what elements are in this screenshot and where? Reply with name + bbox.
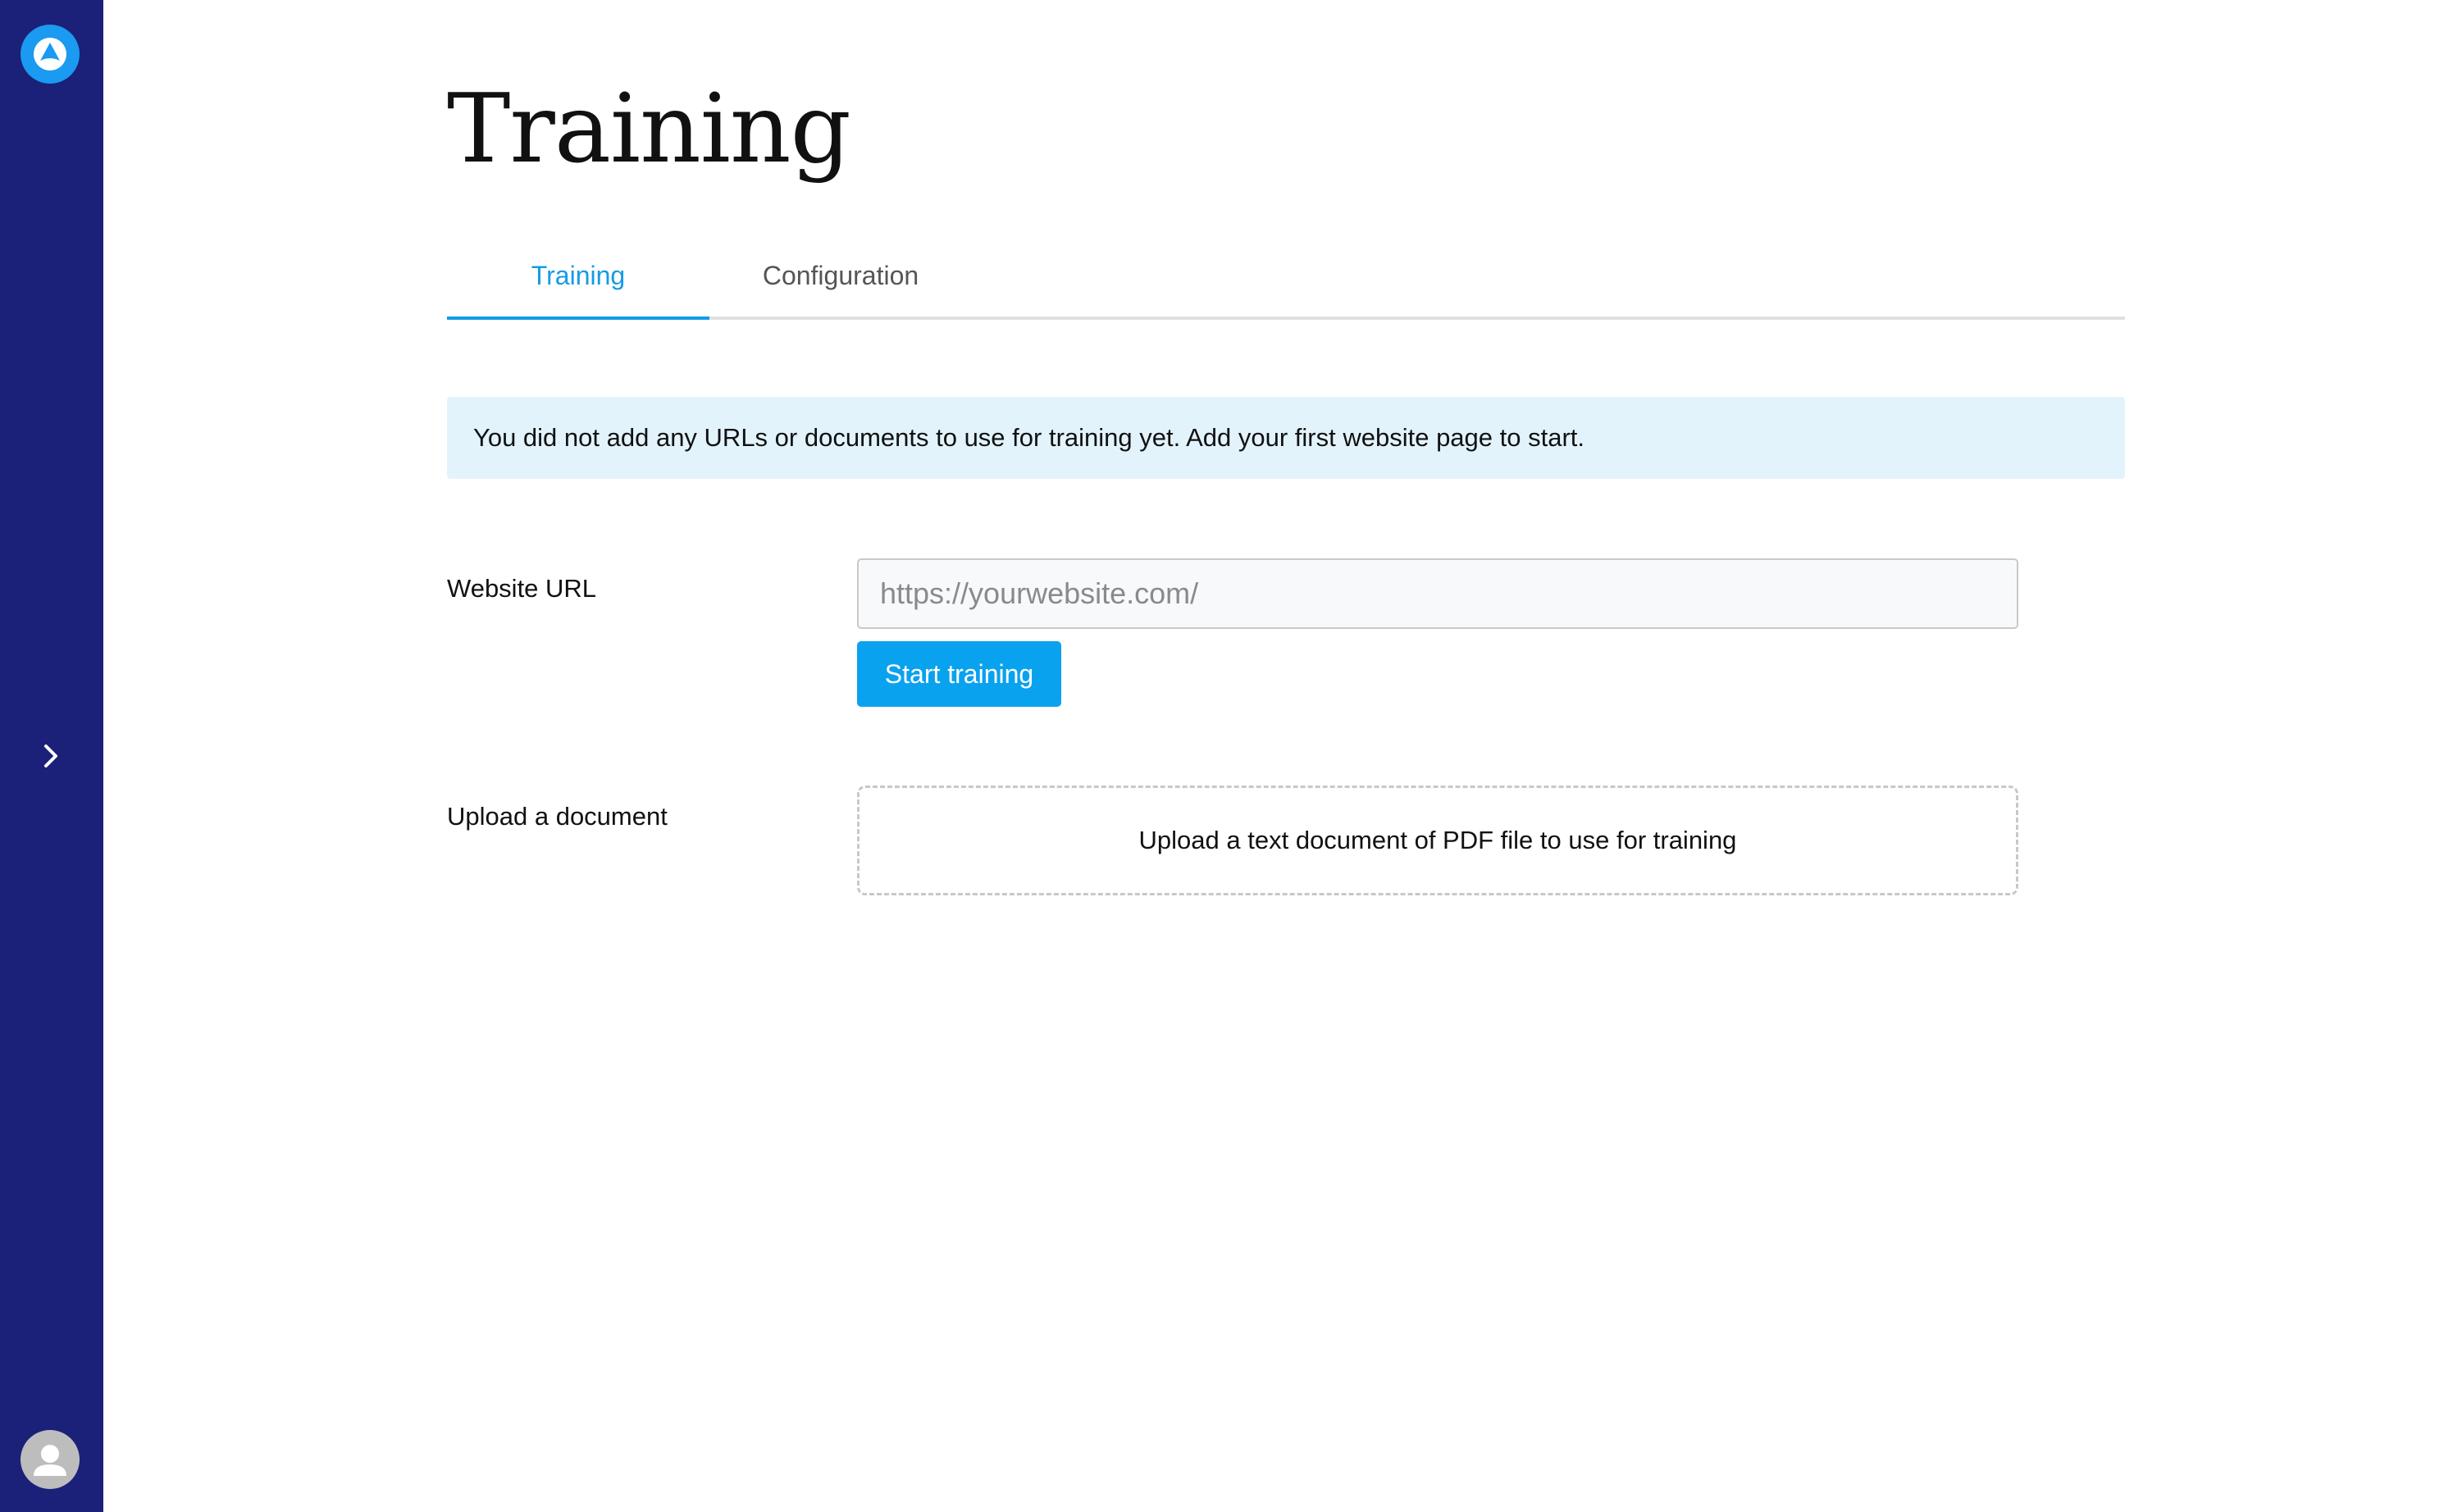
chevron-right-icon[interactable] xyxy=(33,738,69,774)
empty-state-banner: You did not add any URLs or documents to… xyxy=(447,397,2125,479)
tab-configuration[interactable]: Configuration xyxy=(709,244,972,317)
website-url-input[interactable] xyxy=(857,558,2018,629)
sidebar xyxy=(0,0,103,1512)
page-title: Training xyxy=(447,74,851,184)
app-window: Training Training Configuration You did … xyxy=(0,0,2444,1512)
upload-dropzone[interactable]: Upload a text document of PDF file to us… xyxy=(857,786,2018,895)
upload-document-label: Upload a document xyxy=(447,802,668,831)
start-training-button[interactable]: Start training xyxy=(857,641,1061,707)
logo-icon[interactable] xyxy=(21,25,80,84)
tab-bar: Training Configuration xyxy=(447,244,2125,320)
website-url-label: Website URL xyxy=(447,574,597,603)
tab-training[interactable]: Training xyxy=(447,244,709,320)
user-avatar-icon[interactable] xyxy=(21,1430,80,1489)
